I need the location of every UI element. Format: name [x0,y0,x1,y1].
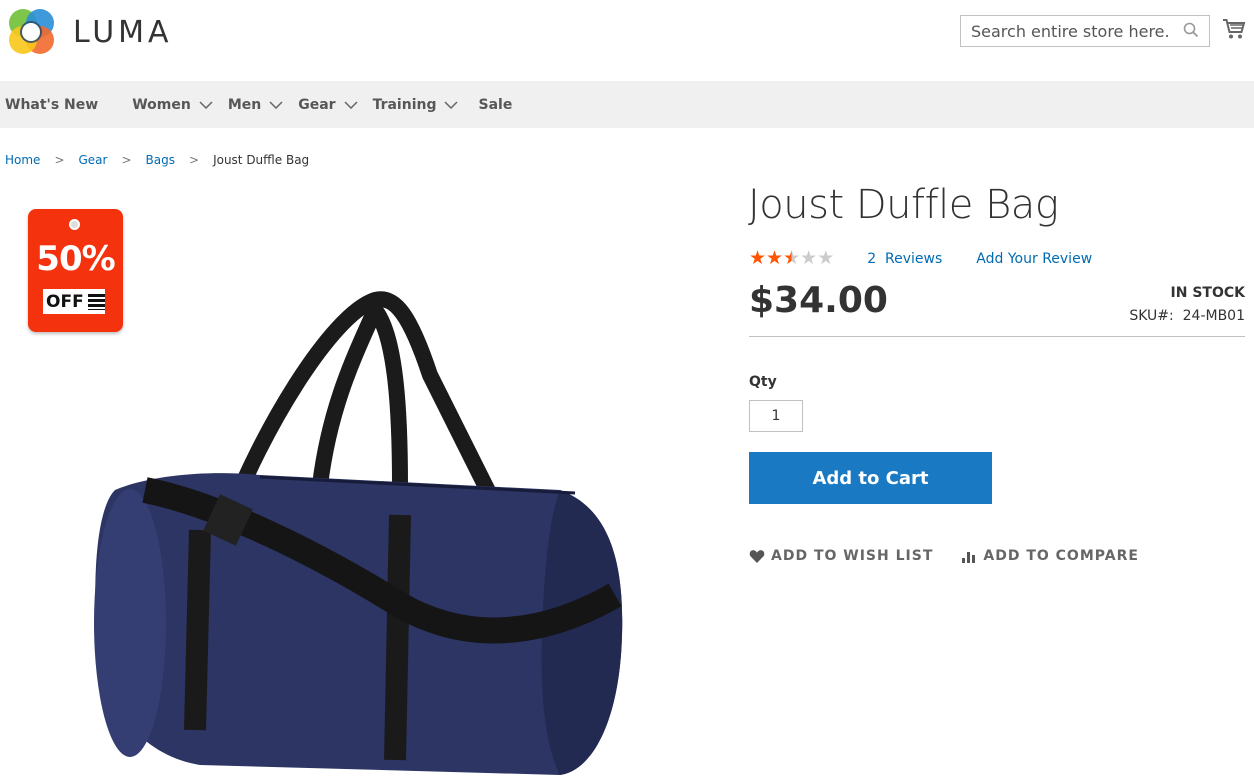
product-title: Joust Duffle Bag [748,182,1059,228]
breadcrumb-current: Joust Duffle Bag [213,153,310,167]
nav-item-gear[interactable]: Gear [298,81,358,128]
badge-hole [69,219,80,230]
reviews-link[interactable]: 2 Reviews [867,251,942,267]
star-empty-icon: ★ [800,247,818,269]
chevron-down-icon [269,100,283,109]
search-box[interactable] [960,15,1210,47]
nav-item-label: Training [372,96,437,113]
rating-stars: ★ ★ ★ ★ ★ [749,249,834,268]
badge-lines-icon [87,293,105,310]
logo-text: LUMA [73,14,173,50]
main-navigation: What's New Women Men Gear Training Sale [0,81,1254,128]
star-icon: ★ [749,247,767,269]
breadcrumb-home[interactable]: Home [5,153,40,167]
sku-label: SKU#: [1129,308,1174,324]
add-to-wishlist-button[interactable]: ADD TO WISH LIST [749,548,933,564]
compare-icon [962,552,976,563]
add-review-link[interactable]: Add Your Review [976,251,1092,267]
stock-status: IN STOCK [1170,285,1245,301]
product-actions: ADD TO WISH LIST ADD TO COMPARE [749,548,1139,564]
badge-percent: 50% [36,239,115,279]
breadcrumb-separator: > [121,153,132,167]
heart-icon [749,549,765,563]
star-icon: ★ [766,247,784,269]
nav-item-label: What's New [5,96,99,113]
nav-item-sale[interactable]: Sale [478,81,512,128]
cart-icon[interactable] [1222,18,1246,44]
add-to-cart-button[interactable]: Add to Cart [749,452,992,504]
nav-item-women[interactable]: Women [132,81,213,128]
breadcrumb: Home > Gear > Bags > Joust Duffle Bag [5,153,309,167]
add-to-compare-button[interactable]: ADD TO COMPARE [961,548,1139,564]
luma-logo[interactable]: LUMA [5,6,175,58]
compare-label: ADD TO COMPARE [983,548,1139,564]
nav-item-whats-new[interactable]: What's New [5,81,98,128]
product-rating: ★ ★ ★ ★ ★ 2 Reviews Add Your Review [749,249,1092,268]
breadcrumb-bags[interactable]: Bags [146,153,175,167]
search-input[interactable] [971,21,1171,41]
breadcrumb-separator: > [189,153,200,167]
nav-item-training[interactable]: Training [373,81,459,128]
badge-off-text: OFF [46,291,84,312]
nav-item-label: Women [132,96,191,113]
breadcrumb-separator: > [54,153,65,167]
discount-badge: 50% OFF [28,209,123,332]
chevron-down-icon [344,100,358,109]
nav-item-label: Sale [478,96,513,113]
divider [749,336,1245,337]
breadcrumb-gear[interactable]: Gear [79,153,108,167]
badge-off: OFF [43,289,105,314]
sku-value: 24-MB01 [1182,308,1245,324]
qty-label: Qty [749,374,777,390]
star-empty-icon: ★ [817,247,835,269]
chevron-down-icon [199,100,213,109]
product-sku: SKU#: 24-MB01 [1129,308,1245,324]
chevron-down-icon [444,100,459,109]
qty-input[interactable] [749,400,803,432]
star-half-icon: ★ [783,247,801,269]
luma-logo-icon [9,9,54,54]
product-price: $34.00 [749,280,888,321]
nav-item-label: Men [227,96,262,113]
nav-item-label: Gear [298,96,336,113]
nav-item-men[interactable]: Men [228,81,283,128]
wishlist-label: ADD TO WISH LIST [771,548,934,564]
search-icon[interactable] [1183,22,1199,42]
